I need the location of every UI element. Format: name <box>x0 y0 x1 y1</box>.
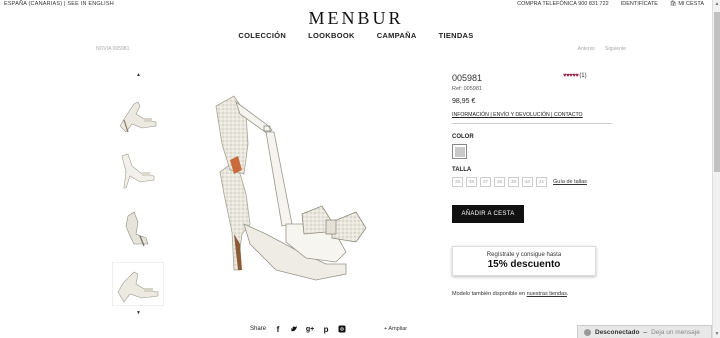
region-selector[interactable]: ESPAÑA (CANARIAS) | SEE IN ENGLISH <box>4 1 114 7</box>
nav-item-tiendas[interactable]: TIENDAS <box>439 31 474 40</box>
signup-promo-banner[interactable]: Regístrate y consigue hasta 15% descuent… <box>452 246 596 276</box>
product-code: 005981 <box>452 73 483 83</box>
breadcrumb[interactable]: NOVIA 005981 <box>96 46 129 52</box>
product-price: 98,95 € <box>452 98 476 105</box>
twitter-icon[interactable] <box>290 325 298 333</box>
thumb-down-arrow-icon[interactable]: ▼ <box>136 310 141 316</box>
chat-action[interactable]: Deja un mensaje <box>651 329 700 336</box>
color-swatch-grey[interactable] <box>452 144 467 159</box>
promo-line-1: Regístrate y consigue hasta <box>486 252 562 258</box>
add-to-cart-button[interactable]: AÑADIR A CESTA <box>452 205 524 223</box>
availability-text: Modelo también disponible en <box>452 291 527 297</box>
size-option[interactable]: 37 <box>480 177 491 187</box>
size-guide-link[interactable]: Guía de tallas <box>553 179 587 185</box>
product-info: 005981 ♥♥♥♥♥(1) Ref: 005981 98,95 € INFO… <box>452 73 612 223</box>
product-rating[interactable]: ♥♥♥♥♥(1) <box>563 73 587 79</box>
size-label: TALLA <box>452 167 472 173</box>
size-selector: 35 36 37 38 39 40 41 Guía de tallas <box>452 177 612 187</box>
nav-item-campana[interactable]: CAMPAÑA <box>377 31 417 40</box>
pinterest-icon[interactable]: p <box>322 325 330 334</box>
share-bar: Share f g+ p <box>250 325 346 334</box>
divider <box>452 123 612 124</box>
instagram-icon[interactable] <box>338 325 346 333</box>
prev-product-link[interactable]: Anterior <box>578 46 596 52</box>
size-option[interactable]: 39 <box>508 177 519 187</box>
promo-line-2: 15% descuento <box>487 259 561 270</box>
thumbnail-1[interactable] <box>112 92 164 142</box>
nav-item-lookbook[interactable]: LOOKBOOK <box>308 31 355 40</box>
info-links: INFORMACIÓN | ENVÍO Y DEVOLUCIÓN | CONTA… <box>452 112 583 118</box>
nav-item-coleccion[interactable]: COLECCIÓN <box>238 31 286 40</box>
bag-icon: 🛍 <box>669 1 677 7</box>
main-product-image[interactable] <box>196 74 416 308</box>
page-scrollbar[interactable]: ▲ ▼ <box>712 0 720 338</box>
brand-logo[interactable]: MENBUR <box>0 8 712 29</box>
thumb-up-arrow-icon[interactable]: ▲ <box>136 72 141 78</box>
store-availability: Modelo también disponible en nuestras ti… <box>452 291 569 297</box>
facebook-icon[interactable]: f <box>274 325 282 334</box>
zoom-link[interactable]: + Ampliar <box>384 326 407 332</box>
scroll-down-arrow-icon[interactable]: ▼ <box>713 331 720 337</box>
scrollbar-thumb[interactable] <box>714 12 720 172</box>
shipping-link[interactable]: ENVÍO Y DEVOLUCIÓN <box>493 112 550 118</box>
googleplus-icon[interactable]: g+ <box>306 325 314 333</box>
availability-suffix: . <box>566 291 569 297</box>
chat-status: Desconectado <box>595 328 640 336</box>
thumbnail-2[interactable] <box>112 148 164 198</box>
top-bar: ESPAÑA (CANARIAS) | SEE IN ENGLISH COMPR… <box>0 0 712 8</box>
size-option[interactable]: 40 <box>522 177 533 187</box>
thumbnail-strip: ▲ ▼ <box>111 72 165 320</box>
product-ref: Ref: 005981 <box>452 86 482 92</box>
main-nav: COLECCIÓN LOOKBOOK CAMPAÑA TIENDAS <box>0 31 712 40</box>
share-label: Share <box>250 326 267 332</box>
scroll-up-arrow-icon[interactable]: ▲ <box>713 1 720 7</box>
cart-link[interactable]: 🛍 MI CESTA <box>670 1 704 7</box>
chat-separator: – <box>643 328 648 336</box>
product-pager: Anterior Siguiente <box>578 46 626 52</box>
chat-status-icon <box>584 328 591 336</box>
thumbnail-4[interactable] <box>111 261 165 312</box>
phone-order-link[interactable]: COMPRA TELEFÓNICA 900 831 722 <box>517 1 609 7</box>
next-product-link[interactable]: Siguiente <box>605 46 626 52</box>
cart-label: MI CESTA <box>678 1 704 7</box>
stores-link[interactable]: nuestras tiendas <box>527 291 567 297</box>
size-option[interactable]: 41 <box>536 177 547 187</box>
size-option[interactable]: 36 <box>466 177 477 187</box>
chat-widget[interactable]: Desconectado – Deja un mensaje <box>577 325 712 338</box>
size-option[interactable]: 38 <box>494 177 505 187</box>
contact-link[interactable]: CONTACTO <box>554 112 583 118</box>
size-option[interactable]: 35 <box>452 177 463 187</box>
rating-hearts-icon: ♥♥♥♥♥ <box>563 73 579 79</box>
color-label: COLOR <box>452 134 474 140</box>
info-link[interactable]: INFORMACIÓN <box>452 112 489 118</box>
thumbnail-3[interactable] <box>112 206 164 256</box>
rating-count: (1) <box>579 73 587 79</box>
login-link[interactable]: IDENTIFÍCATE <box>621 1 658 7</box>
